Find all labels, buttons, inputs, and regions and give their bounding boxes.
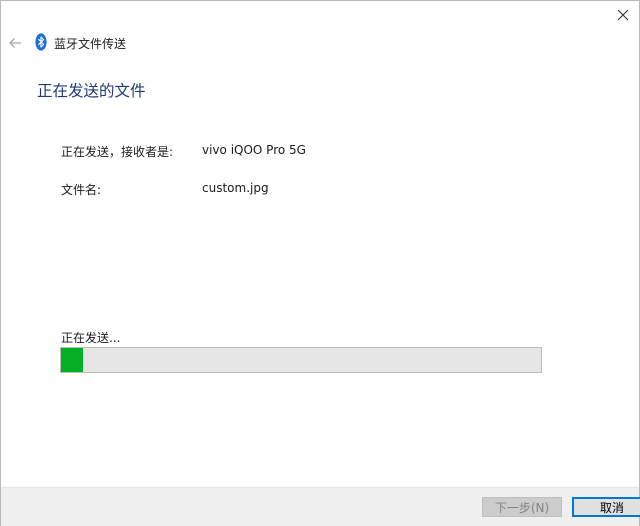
bluetooth-icon: [35, 33, 47, 51]
window-title: 蓝牙文件传送: [54, 37, 127, 51]
back-arrow-icon: [9, 38, 21, 48]
progress-bar: [60, 347, 542, 373]
recipient-value: vivo iQOO Pro 5G: [202, 143, 306, 157]
filename-label: 文件名:: [61, 183, 102, 197]
filename-value: custom.jpg: [202, 181, 269, 195]
back-button[interactable]: [5, 33, 25, 53]
button-bar: 下一步(N) 取消: [1, 487, 640, 526]
bluetooth-transfer-window: 蓝牙文件传送 正在发送的文件 正在发送，接收者是: vivo iQOO Pro …: [0, 0, 640, 526]
progress-bar-fill: [61, 348, 83, 372]
close-icon: [617, 9, 629, 21]
cancel-button[interactable]: 取消: [572, 497, 640, 517]
page-title: 正在发送的文件: [37, 82, 146, 100]
close-button[interactable]: [607, 1, 639, 29]
next-button[interactable]: 下一步(N): [482, 497, 562, 517]
recipient-label: 正在发送，接收者是:: [61, 145, 174, 159]
progress-status-text: 正在发送...: [61, 331, 121, 345]
